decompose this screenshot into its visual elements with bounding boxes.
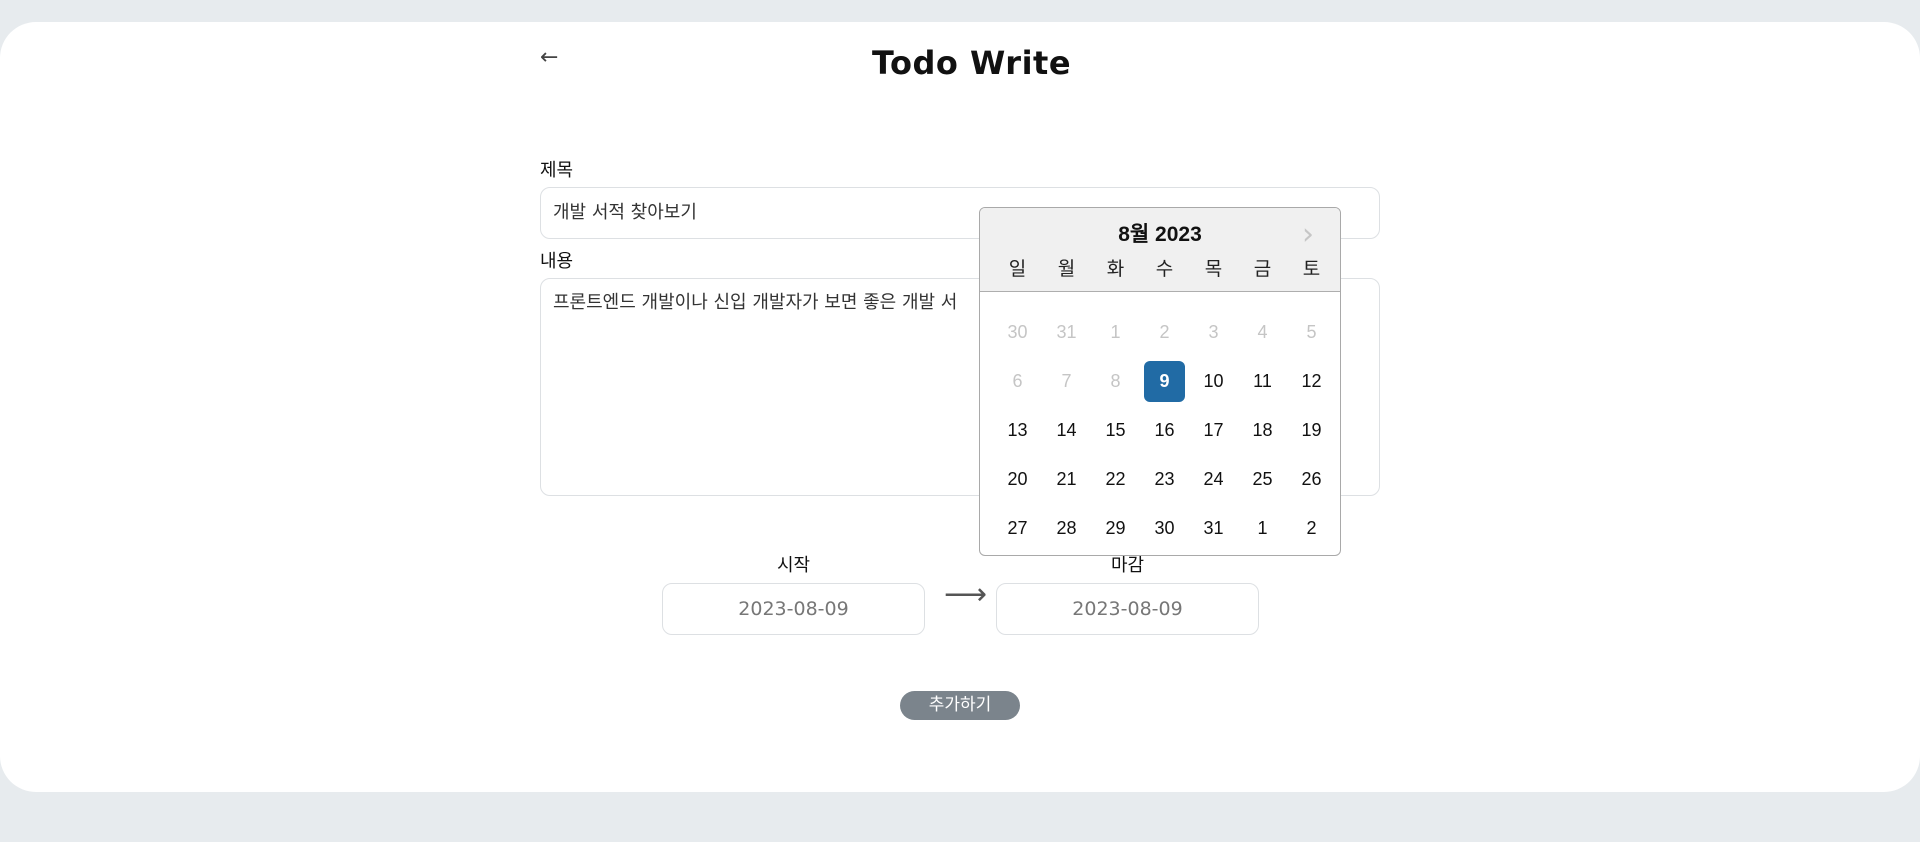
day-cell[interactable]: 28 — [1042, 504, 1091, 553]
weekday-label: 일 — [1008, 258, 1027, 280]
day-cell[interactable]: 4 — [1238, 308, 1287, 357]
day-cell[interactable]: 12 — [1287, 357, 1336, 406]
day-cell[interactable]: 11 — [1238, 357, 1287, 406]
chevron-right-icon[interactable]: › — [1302, 220, 1314, 250]
day-cell[interactable]: 5 — [1287, 308, 1336, 357]
day-cell[interactable]: 31 — [1042, 308, 1091, 357]
weekday-label: 수 — [1155, 258, 1174, 280]
day-cell[interactable]: 22 — [1091, 455, 1140, 504]
day-cell[interactable]: 31 — [1189, 504, 1238, 553]
day-cell[interactable]: 13 — [993, 406, 1042, 455]
title-label: 제목 — [540, 160, 574, 181]
day-cell[interactable]: 20 — [993, 455, 1042, 504]
weekday-label: 목 — [1204, 258, 1223, 280]
datepicker-popup: 8월 2023 › 일월화수목금토 30 31 1 2 3 4 5 6 7 8 9 10 11 12 13 1… — [979, 207, 1341, 556]
start-date-label: 시작 — [776, 555, 811, 576]
day-cell[interactable]: 15 — [1091, 406, 1140, 455]
end-date-input[interactable]: 2023-08-09 — [996, 583, 1259, 635]
content-label: 내용 — [540, 251, 574, 272]
day-cell[interactable]: 30 — [1140, 504, 1189, 553]
page-title: Todo Write — [871, 44, 1072, 82]
weekday-label: 월 — [1057, 258, 1076, 280]
day-cell[interactable]: 2 — [1287, 504, 1336, 553]
datepicker-header: 8월 2023 › 일 월 화 수 목 금 토 — [980, 208, 1340, 292]
right-arrow-icon: ⟶ — [944, 577, 988, 612]
weekday-label: 토 — [1302, 258, 1321, 280]
day-cell[interactable]: 24 — [1189, 455, 1238, 504]
day-cell[interactable]: 1 — [1238, 504, 1287, 553]
weekday-label: 화 — [1106, 258, 1125, 280]
day-cell[interactable]: 6 — [993, 357, 1042, 406]
day-cell[interactable]: 14 — [1042, 406, 1091, 455]
add-todo-button[interactable]: 추가하기 — [900, 691, 1020, 720]
day-cell[interactable]: 8 — [1091, 357, 1140, 406]
day-cell[interactable]: 10 — [1189, 357, 1238, 406]
day-cell[interactable]: 19 — [1287, 406, 1336, 455]
weekday-row: 일월화수목금토 — [993, 254, 1336, 281]
day-cell[interactable]: 26 — [1287, 455, 1336, 504]
day-cell[interactable]: 1 — [1091, 308, 1140, 357]
start-date-input[interactable]: 2023-08-09 — [662, 583, 925, 635]
day-cell[interactable]: 2 — [1140, 308, 1189, 357]
day-cell[interactable]: 3 — [1189, 308, 1238, 357]
day-cell[interactable]: 7 — [1042, 357, 1091, 406]
datepicker-month-label: 8월 2023 — [1118, 223, 1202, 246]
day-grid: 30 31 1 2 3 4 5 6 7 8 9 10 11 12 13 14 15 16 17 18 19 20 21 22 2… — [993, 308, 1336, 553]
weekday-label: 금 — [1253, 258, 1272, 280]
day-cell[interactable]: 27 — [993, 504, 1042, 553]
day-cell[interactable]: 29 — [1091, 504, 1140, 553]
day-cell[interactable]: 16 — [1140, 406, 1189, 455]
day-cell[interactable]: 18 — [1238, 406, 1287, 455]
day-cell[interactable]: 25 — [1238, 455, 1287, 504]
day-cell[interactable]: 21 — [1042, 455, 1091, 504]
day-cell[interactable]: 17 — [1189, 406, 1238, 455]
day-cell[interactable]: 30 — [993, 308, 1042, 357]
day-cell[interactable]: 23 — [1140, 455, 1189, 504]
day-cell-selected[interactable]: 9 — [1140, 357, 1189, 406]
